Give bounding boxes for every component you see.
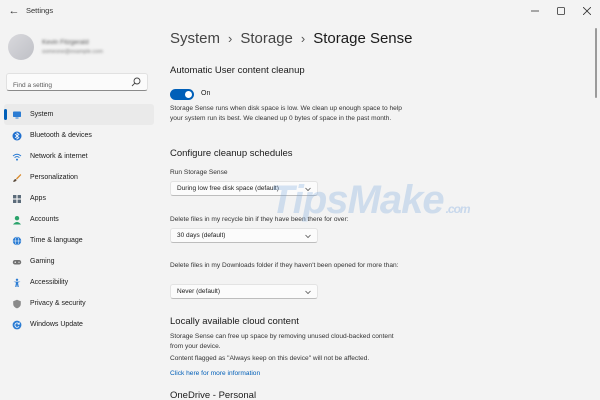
chevron-down-icon xyxy=(305,234,311,239)
window-controls xyxy=(522,0,600,22)
cloud-content-heading: Locally available cloud content xyxy=(170,316,299,327)
downloads-dropdown[interactable]: Never (default) xyxy=(170,284,318,299)
close-button[interactable] xyxy=(574,0,600,22)
sidebar-item-label: Personalization xyxy=(30,174,78,181)
auto-cleanup-description: Storage Sense runs when disk space is lo… xyxy=(170,105,402,122)
page-title: Storage Sense xyxy=(313,30,413,47)
minimize-button[interactable] xyxy=(522,0,548,22)
sidebar-item-label: Accounts xyxy=(30,216,59,223)
dropdown-value: 30 days (default) xyxy=(177,232,226,239)
sidebar-item-label: Time & language xyxy=(30,237,83,244)
cloud-content-note: Content flagged as "Always keep on this … xyxy=(170,355,370,362)
sidebar-item-label: Privacy & security xyxy=(30,300,86,307)
watermark: TipsMake .com xyxy=(270,178,471,222)
sidebar-item-label: Gaming xyxy=(30,258,55,265)
avatar xyxy=(8,34,34,60)
sidebar-item-accounts[interactable]: Accounts xyxy=(4,209,154,230)
sidebar: Kevin Fitzgerald someone@example.com Sys… xyxy=(0,22,160,400)
cloud-content-description: Storage Sense can free up space by remov… xyxy=(170,333,394,350)
auto-cleanup-toggle[interactable] xyxy=(170,89,194,100)
auto-cleanup-heading: Automatic User content cleanup xyxy=(170,65,305,76)
back-arrow-icon[interactable]: ← xyxy=(8,5,20,17)
sidebar-item-system[interactable]: System xyxy=(4,104,154,125)
run-storage-sense-label: Run Storage Sense xyxy=(170,169,228,176)
search-box xyxy=(6,73,148,94)
profile-name: Kevin Fitzgerald xyxy=(42,39,89,46)
downloads-label: Delete files in my Downloads folder if t… xyxy=(170,262,399,269)
bluetooth-icon xyxy=(12,131,22,141)
breadcrumb-chevron-icon: › xyxy=(300,31,306,46)
sidebar-item-label: Windows Update xyxy=(30,321,83,328)
update-icon xyxy=(12,320,22,330)
globe-icon xyxy=(12,236,22,246)
sidebar-item-apps[interactable]: Apps xyxy=(4,188,154,209)
scrollbar[interactable] xyxy=(595,28,597,98)
monitor-icon xyxy=(12,110,22,120)
apps-icon xyxy=(12,194,22,204)
sidebar-item-label: Bluetooth & devices xyxy=(30,132,92,139)
sidebar-nav: System Bluetooth & devices Network & inter… xyxy=(4,104,154,335)
window-title: Settings xyxy=(26,6,54,15)
breadcrumb-system[interactable]: System xyxy=(170,30,220,47)
wifi-icon xyxy=(12,152,22,162)
accessibility-icon xyxy=(12,278,22,288)
sidebar-item-accessibility[interactable]: Accessibility xyxy=(4,272,154,293)
chevron-down-icon xyxy=(305,290,311,295)
breadcrumb-chevron-icon: › xyxy=(228,31,233,46)
sidebar-item-windows-update[interactable]: Windows Update xyxy=(4,314,154,335)
dropdown-value: During low free disk space (default) xyxy=(177,185,279,192)
sidebar-item-network-and-internet[interactable]: Network & internet xyxy=(4,146,154,167)
title-bar: ← Settings xyxy=(0,0,600,22)
search-input[interactable] xyxy=(7,77,127,94)
sidebar-item-bluetooth-and-devices[interactable]: Bluetooth & devices xyxy=(4,125,154,146)
toggle-knob xyxy=(185,91,192,98)
sidebar-item-label: Apps xyxy=(30,195,46,202)
person-icon xyxy=(12,215,22,225)
search-icon[interactable] xyxy=(131,77,141,87)
toggle-state-label: On xyxy=(201,90,211,97)
brush-icon xyxy=(12,173,22,183)
minimize-icon xyxy=(531,10,539,12)
recycle-bin-dropdown[interactable]: 30 days (default) xyxy=(170,228,318,243)
sidebar-item-gaming[interactable]: Gaming xyxy=(4,251,154,272)
gamepad-icon xyxy=(12,257,22,267)
profile-email: someone@example.com xyxy=(42,49,103,55)
sidebar-item-personalization[interactable]: Personalization xyxy=(4,167,154,188)
sidebar-item-label: Network & internet xyxy=(30,153,88,160)
sidebar-item-label: System xyxy=(30,111,54,118)
close-icon xyxy=(583,7,591,15)
onedrive-heading: OneDrive - Personal xyxy=(170,390,257,400)
maximize-icon xyxy=(557,7,565,15)
breadcrumb: System › Storage › Storage Sense xyxy=(170,30,413,47)
sidebar-item-privacy-and-security[interactable]: Privacy & security xyxy=(4,293,154,314)
sidebar-item-time-and-language[interactable]: Time & language xyxy=(4,230,154,251)
shield-icon xyxy=(12,299,22,309)
schedules-heading: Configure cleanup schedules xyxy=(170,148,293,159)
sidebar-item-label: Accessibility xyxy=(30,279,69,286)
maximize-button[interactable] xyxy=(548,0,574,22)
breadcrumb-storage[interactable]: Storage xyxy=(240,30,293,47)
dropdown-value: Never (default) xyxy=(177,288,220,295)
user-profile[interactable]: Kevin Fitzgerald someone@example.com xyxy=(8,34,103,60)
more-info-link[interactable]: Click here for more information xyxy=(170,370,260,377)
